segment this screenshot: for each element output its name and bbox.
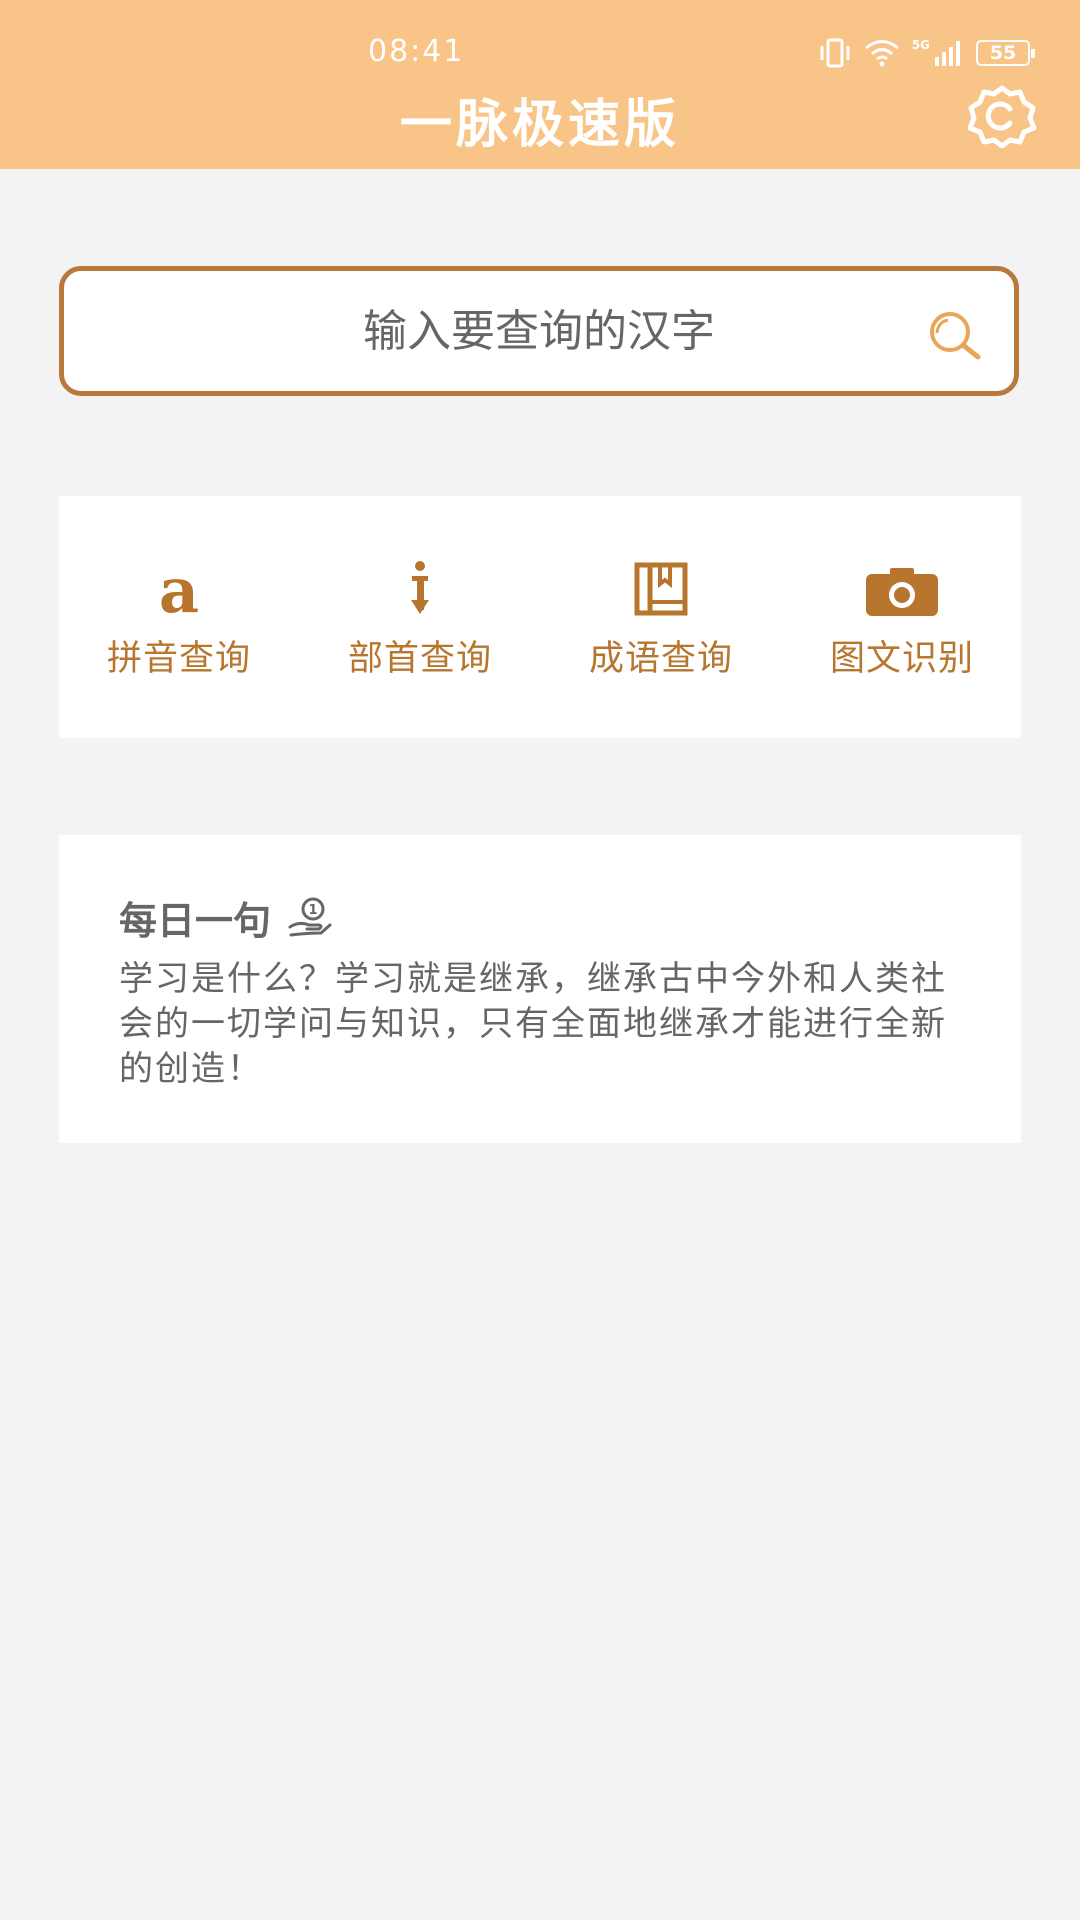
image-recognition-label: 图文识别 <box>829 639 974 679</box>
daily-title: 每日一句 1 <box>119 890 333 945</box>
idiom-search-label: 成语查询 <box>588 639 733 679</box>
search-input[interactable] <box>237 304 841 358</box>
settings-button[interactable] <box>966 84 1038 149</box>
signal-icon <box>935 41 960 66</box>
battery-icon: 55 <box>976 40 1035 66</box>
idiom-search-button[interactable]: 成语查询 <box>541 554 781 694</box>
hand-coin-icon: 1 <box>288 897 332 936</box>
radical-search-label: 部首查询 <box>347 639 492 679</box>
pinyin-search-label: 拼音查询 <box>106 639 251 679</box>
letter-a-icon: a <box>159 564 199 616</box>
daily-quote-text: 学习是什么？学习就是继承，继承古中今外和人类社会的一切学问与知识，只有全面地继承… <box>119 959 947 1089</box>
gear-c-icon <box>967 85 1037 149</box>
camera-icon <box>866 568 938 616</box>
app-title: 一脉极速版 <box>399 95 680 155</box>
status-icons: 5G 55 <box>818 38 1035 68</box>
pinyin-search-button[interactable]: a 拼音查询 <box>59 554 299 694</box>
radical-icon <box>411 561 429 614</box>
quick-actions-panel: a 拼音查询 部首查询 成语查询 图文识别 <box>59 496 1021 738</box>
daily-quote-card: 每日一句 1 学习是什么？学习就是继承，继承古中今外和人类社会的一切学问与知识，… <box>59 835 1021 1143</box>
svg-text:a: a <box>159 564 199 616</box>
search-box[interactable] <box>59 266 1019 396</box>
search-icon[interactable] <box>926 309 984 361</box>
app-header: 08:41 5G 55 一脉极速版 <box>0 0 1080 169</box>
image-recognition-button[interactable]: 图文识别 <box>782 554 1022 694</box>
network-type: 5G <box>911 38 930 52</box>
battery-level: 55 <box>989 42 1017 64</box>
book-icon <box>634 562 688 616</box>
vibrate-icon <box>820 38 850 68</box>
daily-title-text: 每日一句 <box>119 899 272 943</box>
wifi-icon <box>864 40 899 67</box>
status-time: 08:41 <box>368 34 465 69</box>
svg-text:1: 1 <box>308 903 317 918</box>
radical-search-button[interactable]: 部首查询 <box>300 554 540 694</box>
